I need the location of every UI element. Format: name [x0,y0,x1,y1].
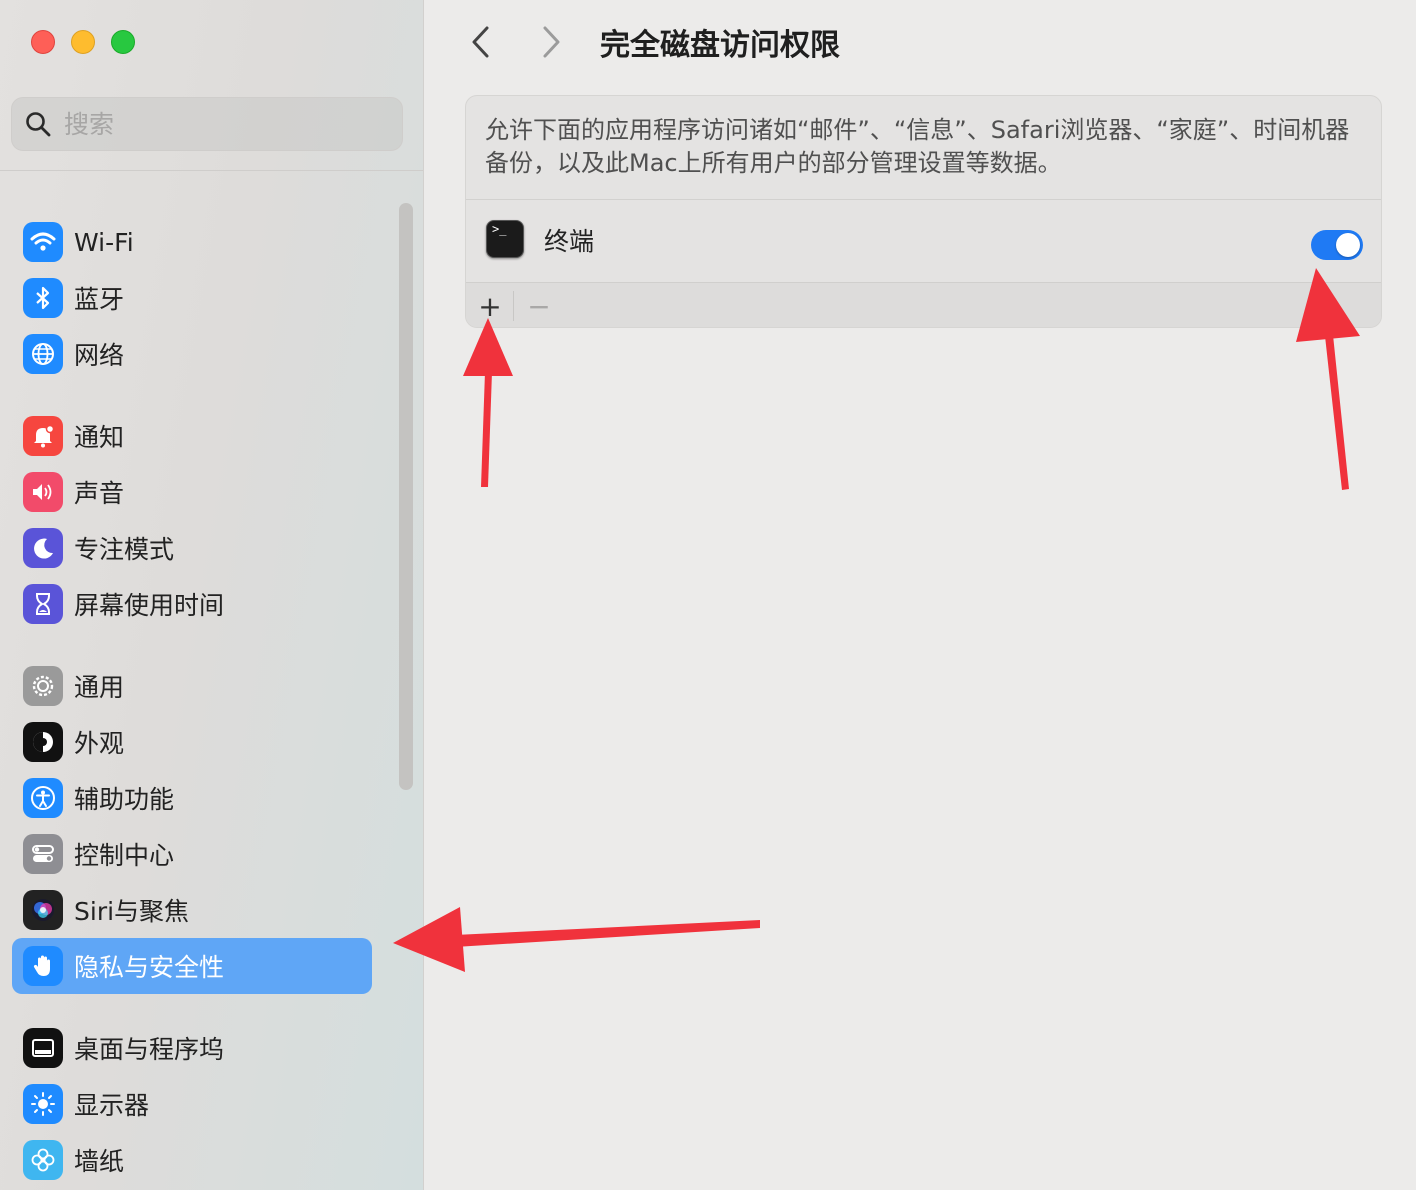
wifi-icon [23,222,63,262]
sidebar-item-notifications[interactable]: 通知 [12,408,372,464]
sidebar-item-displays[interactable]: 显示器 [12,1076,372,1132]
sidebar-item-label: 屏幕使用时间 [74,591,225,620]
siri-icon [23,890,63,930]
sidebar-item-privacy-security[interactable]: 隐私与安全性 [12,938,372,994]
hourglass-icon [23,584,63,624]
sidebar-item-accessibility[interactable]: 辅助功能 [12,770,372,826]
sidebar-divider [0,170,423,171]
add-button[interactable]: + [468,283,512,327]
chevron-right-icon [543,26,560,58]
main-content: 完全磁盘访问权限 允许下面的应用程序访问诸如“邮件”、“信息”、Safari浏览… [425,0,1416,1190]
sidebar-item-label: Siri与聚焦 [74,897,190,926]
sidebar-item-general[interactable]: 通用 [12,658,372,714]
back-button[interactable] [463,22,499,62]
sidebar-item-control-center[interactable]: 控制中心 [12,826,372,882]
sidebar-item-siri[interactable]: Siri与聚焦 [12,882,372,938]
sidebar-item-label: 控制中心 [74,841,175,870]
terminal-icon: >_ [486,220,524,258]
flower-icon [23,1140,63,1180]
chevron-left-icon [472,26,489,58]
app-row-terminal: >_ 终端 [466,200,1381,282]
minimize-button[interactable] [71,30,95,54]
sidebar-item-label: 显示器 [74,1091,150,1120]
sun-icon [23,1084,63,1124]
sidebar-item-label: 隐私与安全性 [74,953,225,982]
moon-icon [23,528,63,568]
sidebar: Wi-Fi 蓝牙 网络 通知 声音 专注模式 [0,0,424,1190]
sidebar-item-label: Wi-Fi [74,227,134,257]
sidebar-scrollbar[interactable] [399,203,413,790]
sidebar-item-sound[interactable]: 声音 [12,464,372,520]
sidebar-item-desktop-dock[interactable]: 桌面与程序坞 [12,1020,372,1076]
app-name: 终端 [544,227,595,256]
sidebar-item-label: 外观 [74,729,125,758]
description-text: 允许下面的应用程序访问诸如“邮件”、“信息”、Safari浏览器、“家庭”、时间… [485,116,1350,177]
sidebar-item-label: 网络 [74,341,125,370]
accessibility-icon [23,778,63,818]
search-field[interactable] [11,97,403,151]
close-button[interactable] [31,30,55,54]
globe-icon [23,334,63,374]
gear-icon [23,666,63,706]
remove-button[interactable]: − [517,283,561,327]
list-toolbar: + − [466,282,1381,327]
sidebar-item-label: 通用 [74,673,125,702]
toolbar-separator [513,291,514,321]
sidebar-item-label: 通知 [74,423,125,452]
window-controls [31,30,135,54]
sidebar-item-label: 辅助功能 [74,785,175,814]
bluetooth-icon [23,278,63,318]
terminal-access-toggle[interactable] [1311,230,1363,260]
sidebar-item-appearance[interactable]: 外观 [12,714,372,770]
sidebar-item-label: 声音 [74,479,125,508]
toggle-knob [1336,233,1360,257]
full-disk-access-panel: 允许下面的应用程序访问诸如“邮件”、“信息”、Safari浏览器、“家庭”、时间… [465,95,1382,328]
zoom-button[interactable] [111,30,135,54]
search-input[interactable] [64,109,364,139]
sidebar-item-bluetooth[interactable]: 蓝牙 [12,270,372,326]
appearance-icon [23,722,63,762]
sidebar-item-focus[interactable]: 专注模式 [12,520,372,576]
sidebar-item-label: 专注模式 [74,535,175,564]
control-center-icon [23,834,63,874]
sidebar-item-network[interactable]: 网络 [12,326,372,382]
sidebar-item-label: 蓝牙 [74,285,125,314]
sidebar-item-label: 桌面与程序坞 [74,1035,225,1064]
dock-icon [23,1028,63,1068]
sidebar-item-wallpaper[interactable]: 墙纸 [12,1132,372,1188]
speaker-icon [23,472,63,512]
sidebar-item-screen-time[interactable]: 屏幕使用时间 [12,576,372,632]
hand-icon [23,946,63,986]
forward-button[interactable] [533,22,569,62]
bell-icon [23,416,63,456]
sidebar-item-label: 墙纸 [74,1147,125,1176]
page-title: 完全磁盘访问权限 [600,28,840,63]
search-icon [26,112,51,137]
sidebar-item-wifi[interactable]: Wi-Fi [12,214,372,270]
